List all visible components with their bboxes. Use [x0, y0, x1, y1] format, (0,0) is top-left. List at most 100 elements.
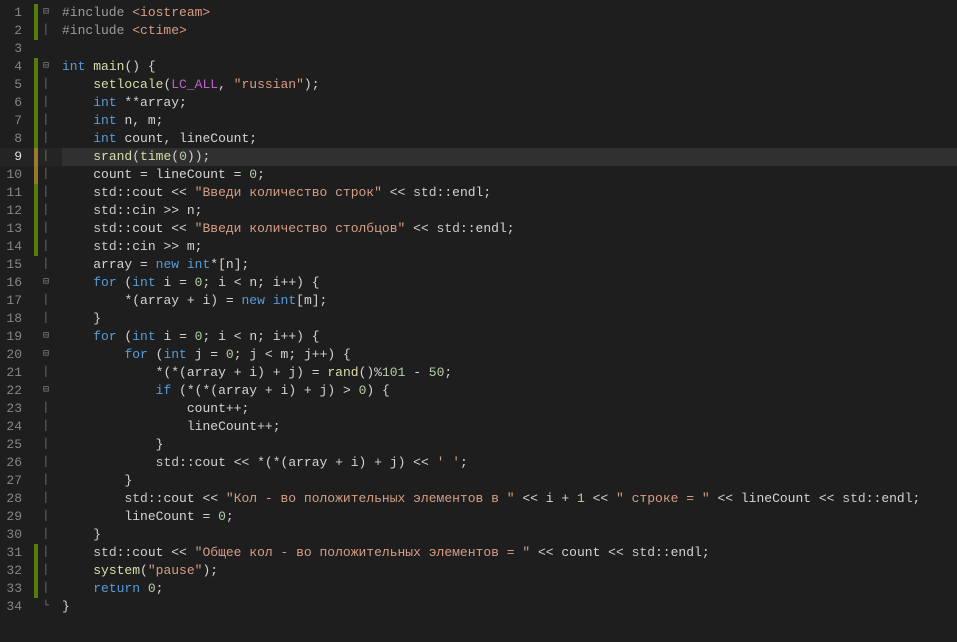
fold-toggle-icon[interactable]: ⊟ — [38, 346, 54, 364]
code-line[interactable]: lineCount++; — [62, 418, 957, 436]
fold-guide: │ — [38, 22, 54, 40]
line-number: 6 — [4, 94, 26, 112]
code-line[interactable]: count = lineCount = 0; — [62, 166, 957, 184]
code-line[interactable]: count++; — [62, 400, 957, 418]
line-number: 24 — [4, 418, 26, 436]
code-line[interactable]: for (int i = 0; i < n; i++) { — [62, 274, 957, 292]
line-number: 4 — [4, 58, 26, 76]
code-area[interactable]: #include <iostream>#include <ctime> int m… — [54, 0, 957, 642]
line-number: 12 — [4, 202, 26, 220]
fold-guide: │ — [38, 364, 54, 382]
fold-guide: │ — [38, 508, 54, 526]
line-number: 27 — [4, 472, 26, 490]
line-number: 5 — [4, 76, 26, 94]
fold-toggle-icon[interactable]: ⊟ — [38, 382, 54, 400]
code-line[interactable]: #include <ctime> — [62, 22, 957, 40]
fold-toggle-icon[interactable]: ⊟ — [38, 4, 54, 22]
line-number: 29 — [4, 508, 26, 526]
code-line[interactable]: #include <iostream> — [62, 4, 957, 22]
code-line[interactable]: lineCount = 0; — [62, 508, 957, 526]
code-line[interactable]: std::cout << *(*(array + i) + j) << ' '; — [62, 454, 957, 472]
code-line[interactable]: std::cout << "Общее кол - во положительн… — [62, 544, 957, 562]
fold-guide: │ — [38, 94, 54, 112]
line-number: 32 — [4, 562, 26, 580]
line-number: 28 — [4, 490, 26, 508]
code-line[interactable]: int main() { — [62, 58, 957, 76]
line-number: 18 — [4, 310, 26, 328]
line-number: 31 — [4, 544, 26, 562]
fold-toggle-icon[interactable]: ⊟ — [38, 328, 54, 346]
code-line[interactable]: std::cin >> n; — [62, 202, 957, 220]
code-line[interactable]: } — [62, 436, 957, 454]
line-number: 34 — [4, 598, 26, 616]
line-number: 30 — [4, 526, 26, 544]
fold-guide: │ — [38, 148, 54, 166]
code-line[interactable]: array = new int*[n]; — [62, 256, 957, 274]
line-number: 8 — [4, 130, 26, 148]
code-line[interactable]: } — [62, 310, 957, 328]
code-line[interactable]: *(array + i) = new int[m]; — [62, 292, 957, 310]
line-number: 22 — [4, 382, 26, 400]
line-number: 26 — [4, 454, 26, 472]
code-line[interactable]: setlocale(LC_ALL, "russian"); — [62, 76, 957, 94]
code-line[interactable] — [62, 40, 957, 58]
line-number: 1 — [4, 4, 26, 22]
fold-guide: │ — [38, 580, 54, 598]
code-line[interactable]: } — [62, 472, 957, 490]
fold-column[interactable]: ⊟│⊟│││││││││││⊟││⊟⊟│⊟│││││││││││└ — [38, 0, 54, 642]
line-number: 7 — [4, 112, 26, 130]
line-number: 10 — [4, 166, 26, 184]
fold-guide: └ — [38, 598, 54, 616]
code-line[interactable]: return 0; — [62, 580, 957, 598]
fold-guide: │ — [38, 310, 54, 328]
line-number-gutter: 1234567891011121314151617181920212223242… — [0, 0, 34, 642]
line-number: 11 — [4, 184, 26, 202]
fold-guide: │ — [38, 490, 54, 508]
code-line[interactable]: for (int i = 0; i < n; i++) { — [62, 328, 957, 346]
fold-toggle-icon[interactable]: ⊟ — [38, 58, 54, 76]
fold-guide: │ — [38, 166, 54, 184]
line-number: 20 — [4, 346, 26, 364]
code-line[interactable]: srand(time(0)); — [62, 148, 957, 166]
code-line[interactable]: std::cout << "Введи количество столбцов"… — [62, 220, 957, 238]
fold-guide: │ — [38, 562, 54, 580]
fold-guide: │ — [38, 184, 54, 202]
line-number: 16 — [4, 274, 26, 292]
code-line[interactable]: system("pause"); — [62, 562, 957, 580]
code-line[interactable]: int **array; — [62, 94, 957, 112]
line-number: 14 — [4, 238, 26, 256]
code-line[interactable]: int count, lineCount; — [62, 130, 957, 148]
fold-guide: │ — [38, 454, 54, 472]
fold-guide: │ — [38, 112, 54, 130]
fold-guide: │ — [38, 526, 54, 544]
code-line[interactable]: *(*(array + i) + j) = rand()%101 - 50; — [62, 364, 957, 382]
line-number: 23 — [4, 400, 26, 418]
code-line[interactable]: int n, m; — [62, 112, 957, 130]
fold-guide: │ — [38, 544, 54, 562]
line-number: 25 — [4, 436, 26, 454]
code-line[interactable]: } — [62, 598, 957, 616]
fold-guide: │ — [38, 238, 54, 256]
code-line[interactable]: for (int j = 0; j < m; j++) { — [62, 346, 957, 364]
fold-guide: │ — [38, 436, 54, 454]
code-line[interactable]: if (*(*(array + i) + j) > 0) { — [62, 382, 957, 400]
fold-guide: │ — [38, 292, 54, 310]
line-number: 17 — [4, 292, 26, 310]
line-number: 33 — [4, 580, 26, 598]
code-line[interactable]: std::cout << "Введи количество строк" <<… — [62, 184, 957, 202]
fold-guide: │ — [38, 220, 54, 238]
code-editor[interactable]: 1234567891011121314151617181920212223242… — [0, 0, 957, 642]
fold-guide: │ — [38, 202, 54, 220]
fold-guide: │ — [38, 76, 54, 94]
line-number: 2 — [4, 22, 26, 40]
code-line[interactable]: std::cout << "Кол - во положительных эле… — [62, 490, 957, 508]
fold-guide: │ — [38, 472, 54, 490]
line-number: 13 — [4, 220, 26, 238]
fold-guide: │ — [38, 130, 54, 148]
code-line[interactable]: } — [62, 526, 957, 544]
line-number: 15 — [4, 256, 26, 274]
fold-toggle-icon[interactable]: ⊟ — [38, 274, 54, 292]
code-line[interactable]: std::cin >> m; — [62, 238, 957, 256]
fold-guide: │ — [38, 418, 54, 436]
line-number: 3 — [4, 40, 26, 58]
